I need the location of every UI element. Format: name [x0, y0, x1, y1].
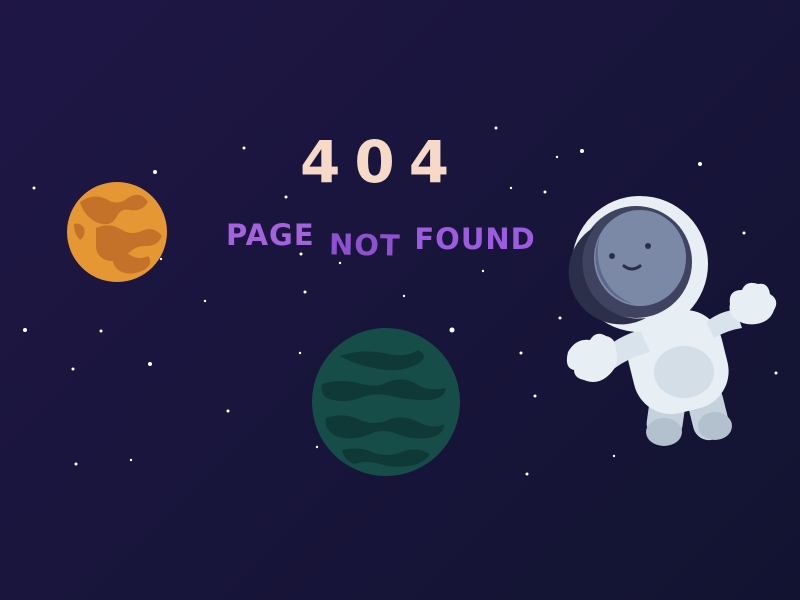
- star: [153, 170, 157, 174]
- star: [543, 190, 547, 194]
- message-word-found: FOUND: [414, 222, 536, 256]
- star: [71, 367, 75, 371]
- star: [580, 149, 584, 153]
- error-code-heading: 404: [300, 128, 464, 196]
- star: [525, 472, 529, 476]
- star: [99, 329, 103, 333]
- star: [284, 195, 288, 199]
- star: [338, 261, 342, 265]
- star: [555, 155, 559, 159]
- star: [23, 328, 27, 332]
- star: [494, 126, 498, 130]
- star: [402, 294, 406, 298]
- star: [74, 462, 78, 466]
- star: [148, 362, 152, 366]
- teal-planet: [312, 328, 460, 476]
- star: [159, 257, 163, 261]
- star: [242, 146, 246, 150]
- error-message: PAGE NOT FOUND: [226, 218, 536, 263]
- star: [698, 162, 702, 166]
- star: [203, 299, 207, 303]
- star: [303, 290, 307, 294]
- message-word-page: PAGE: [226, 218, 315, 252]
- star: [315, 445, 319, 449]
- star: [558, 316, 562, 320]
- star: [481, 269, 485, 273]
- message-word-not: NOT: [328, 227, 401, 263]
- star: [519, 351, 523, 355]
- star: [509, 186, 513, 190]
- star: [533, 394, 537, 398]
- error-page: 404 PAGE NOT FOUND: [0, 0, 800, 600]
- star: [226, 409, 230, 413]
- star: [774, 371, 778, 375]
- star: [742, 231, 746, 235]
- space-illustration: [23, 126, 778, 476]
- star: [129, 458, 133, 462]
- orange-planet: [67, 182, 167, 282]
- star: [298, 351, 302, 355]
- star: [449, 327, 455, 333]
- star: [32, 186, 36, 190]
- star: [612, 454, 616, 458]
